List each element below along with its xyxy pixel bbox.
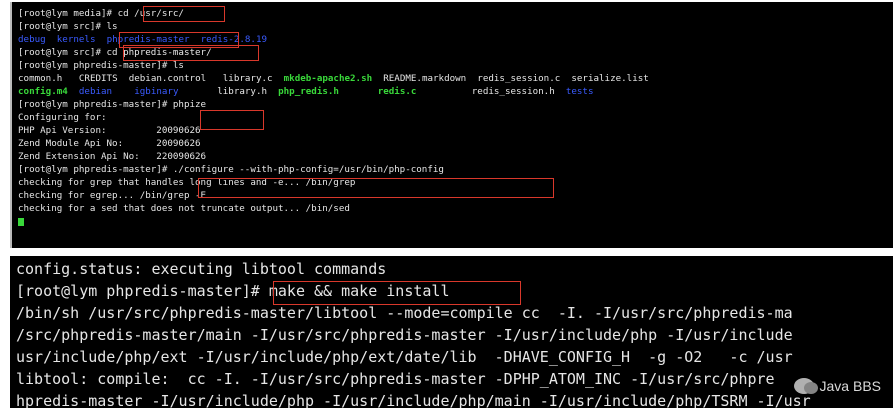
directory-debian: debian: [78, 86, 113, 97]
cursor-block: [18, 217, 24, 226]
terminal-line: /bin/sh /usr/src/phpredis-master/libtool…: [16, 304, 793, 322]
file-php-redis-h: php_redis.h: [278, 86, 339, 97]
file-common-h: common.h: [18, 73, 63, 84]
terminal-line: Zend Module Api No: 20090626: [18, 138, 201, 149]
highlight-box: [273, 281, 521, 305]
terminal-line: libtool: compile: cc -I. -I/usr/src/phpr…: [16, 370, 775, 388]
file-library-h: library.h: [217, 86, 268, 97]
file-credits: CREDITS: [78, 73, 118, 84]
highlight-box: [143, 6, 225, 22]
file-config-m4: config.m4: [18, 86, 68, 97]
file-redis-c: redis.c: [377, 86, 417, 97]
highlight-box: [123, 45, 259, 61]
wechat-icon: [793, 378, 818, 394]
terminal-line: hpredis-master -I/usr/include/php -I/usr…: [16, 392, 811, 408]
directory-tests: tests: [565, 86, 594, 97]
watermark: Java BBS: [793, 378, 881, 394]
directory-kernels: kernels: [56, 34, 96, 45]
terminal-line: /src/phpredis-master/main -I/usr/src/php…: [16, 326, 793, 344]
ls-output-line: common.h CREDITS debian.control library.…: [18, 72, 649, 85]
ls-output-line: config.m4 debian igbinary library.h php_…: [18, 85, 593, 98]
watermark-text: Java BBS: [819, 378, 881, 394]
terminal-line: Zend Extension Api No: 220090626: [18, 151, 207, 162]
terminal-line: checking for a sed that does not truncat…: [18, 203, 350, 214]
file-serialize-list: serialize.list: [571, 73, 649, 84]
terminal-line: config.status: executing libtool command…: [16, 260, 387, 278]
file-debian-control: debian.control: [128, 73, 207, 84]
terminal-line: [root@lym phpredis-master]# phpize: [18, 99, 207, 110]
file-readme: README.markdown: [383, 73, 467, 84]
file-mkdeb-apache2: mkdeb-apache2.sh: [283, 73, 373, 84]
directory-igbinary: igbinary: [134, 86, 179, 97]
file-redis-session-c: redis_session.c: [477, 73, 561, 84]
terminal-prompt-cursor[interactable]: [18, 215, 24, 228]
file-library-c: library.c: [222, 73, 273, 84]
directory-debug: debug: [18, 34, 46, 45]
terminal-line: Configuring for:: [18, 112, 107, 123]
terminal-line: [root@lym src]# ls: [18, 21, 118, 32]
top-terminal-window[interactable]: [root@lym media]# cd /usr/src/ [root@lym…: [10, 2, 893, 248]
terminal-line: usr/include/php/ext -I/usr/include/php/e…: [16, 348, 793, 366]
highlight-box: [198, 178, 554, 198]
terminal-line: checking for egrep... /bin/grep -E: [18, 190, 207, 201]
bottom-terminal-window[interactable]: config.status: executing libtool command…: [10, 256, 893, 408]
file-redis-session-h: redis_session.h: [471, 86, 555, 97]
terminal-line: PHP Api Version: 20090626: [18, 125, 201, 136]
terminal-line: [root@lym phpredis-master]# ./configure …: [18, 164, 444, 175]
highlight-box: [200, 110, 264, 130]
